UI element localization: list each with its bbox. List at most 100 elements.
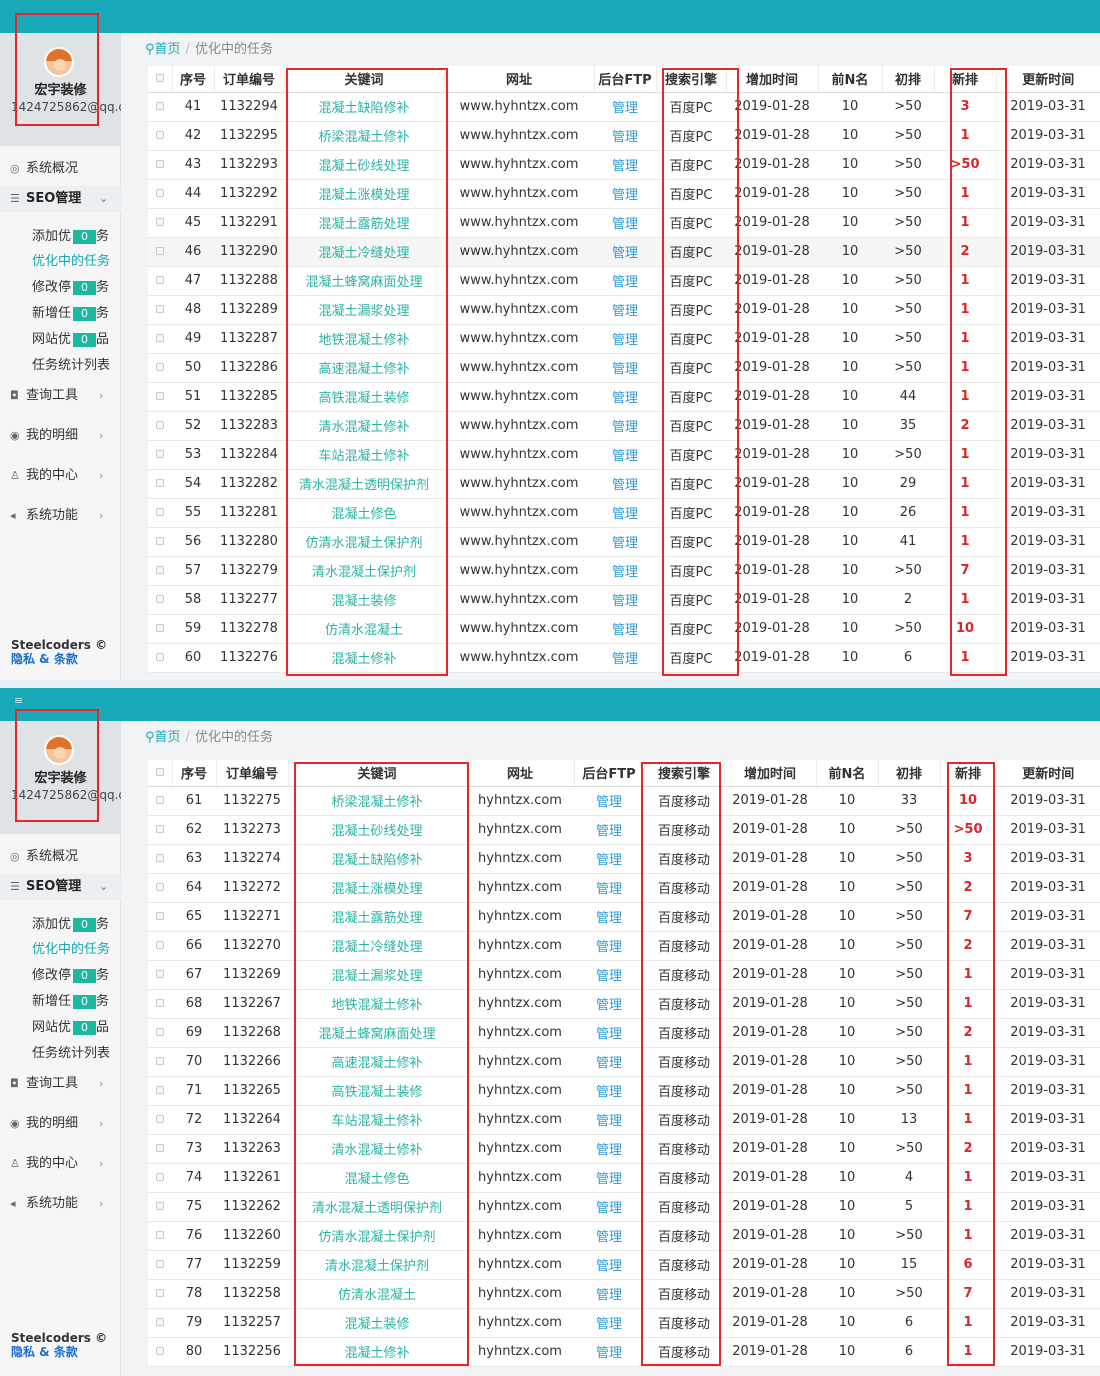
table-row[interactable]: 41 1132294 混凝土缺陷修补 www.hyhntzx.com 管理 百度PC 201… bbox=[148, 92, 1100, 122]
footer-links[interactable]: 隐私 & 条款 bbox=[11, 652, 107, 666]
row-checkbox[interactable] bbox=[148, 1308, 172, 1338]
user-profile[interactable]: 宏宇装修 1424725862@qq.c bbox=[0, 721, 121, 834]
table-row[interactable]: 49 1132287 地铁混凝土修补 www.hyhntzx.com 管理 百度PC 201… bbox=[148, 324, 1100, 354]
cell-ftp-link[interactable]: 管理 bbox=[594, 382, 656, 412]
nav-seo-management[interactable]: ☰ SEO管理 ⌄ bbox=[0, 186, 121, 212]
cell-ftp-link[interactable]: 管理 bbox=[574, 1279, 644, 1309]
sidebar-item-optimizing-tasks[interactable]: 优化中的任务 bbox=[0, 249, 121, 275]
cell-ftp-link[interactable]: 管理 bbox=[574, 1105, 644, 1135]
row-checkbox[interactable] bbox=[148, 989, 172, 1019]
table-row[interactable]: 60 1132276 混凝土修补 www.hyhntzx.com 管理 百度PC 2019-… bbox=[148, 643, 1100, 673]
cell-ftp-link[interactable]: 管理 bbox=[594, 121, 656, 151]
column-header-update-time[interactable]: 更新时间 bbox=[995, 760, 1100, 787]
cell-ftp-link[interactable]: 管理 bbox=[594, 237, 656, 267]
row-checkbox[interactable] bbox=[148, 1250, 172, 1280]
row-checkbox[interactable] bbox=[148, 237, 172, 267]
table-row[interactable]: 50 1132286 高速混凝土修补 www.hyhntzx.com 管理 百度PC 201… bbox=[148, 353, 1100, 383]
row-checkbox[interactable] bbox=[148, 931, 172, 961]
sidebar-item-modify-stop[interactable]: 修改停 0 务 bbox=[0, 963, 121, 989]
cell-ftp-link[interactable]: 管理 bbox=[594, 411, 656, 441]
row-checkbox[interactable] bbox=[148, 440, 172, 470]
sidebar-item-add-task[interactable]: 添加优 0 务 bbox=[0, 224, 121, 250]
row-checkbox[interactable] bbox=[148, 527, 172, 557]
row-checkbox[interactable] bbox=[148, 815, 172, 845]
nav-my-center[interactable]: ♙ 我的中心 › bbox=[0, 1151, 121, 1177]
row-checkbox[interactable] bbox=[148, 960, 172, 990]
nav-system[interactable]: ◂ 系统功能 › bbox=[0, 503, 121, 529]
cell-ftp-link[interactable]: 管理 bbox=[574, 1047, 644, 1077]
cell-ftp-link[interactable]: 管理 bbox=[574, 873, 644, 903]
nav-overview[interactable]: ◎ 系统概况 bbox=[0, 844, 121, 870]
table-row[interactable]: 71 1132265 高铁混凝土装修 hyhntzx.com 管理 百度移动 2019-01… bbox=[148, 1076, 1100, 1106]
table-row[interactable]: 43 1132293 混凝土砂线处理 www.hyhntzx.com 管理 百度PC 201… bbox=[148, 150, 1100, 180]
column-header-top-n[interactable]: 前N名 bbox=[817, 66, 882, 93]
cell-ftp-link[interactable]: 管理 bbox=[574, 786, 644, 816]
cell-ftp-link[interactable]: 管理 bbox=[594, 469, 656, 499]
table-row[interactable]: 58 1132277 混凝土装修 www.hyhntzx.com 管理 百度PC 2019-… bbox=[148, 585, 1100, 615]
table-row[interactable]: 80 1132256 混凝土修补 hyhntzx.com 管理 百度移动 2019-01-2… bbox=[148, 1337, 1100, 1367]
column-header-order-id[interactable]: 订单编号 bbox=[213, 66, 284, 93]
menu-icon[interactable]: ≡ bbox=[14, 694, 23, 707]
cell-ftp-link[interactable]: 管理 bbox=[594, 92, 656, 122]
table-row[interactable]: 52 1132283 清水混凝土修补 www.hyhntzx.com 管理 百度PC 201… bbox=[148, 411, 1100, 441]
cell-ftp-link[interactable]: 管理 bbox=[574, 1250, 644, 1280]
row-checkbox[interactable] bbox=[148, 1192, 172, 1222]
table-row[interactable]: 65 1132271 混凝土露筋处理 hyhntzx.com 管理 百度移动 2019-01… bbox=[148, 902, 1100, 932]
cell-ftp-link[interactable]: 管理 bbox=[574, 989, 644, 1019]
column-header-initial-rank[interactable]: 初排 bbox=[881, 66, 934, 93]
cell-ftp-link[interactable]: 管理 bbox=[594, 585, 656, 615]
row-checkbox[interactable] bbox=[148, 498, 172, 528]
table-row[interactable]: 62 1132273 混凝土砂线处理 hyhntzx.com 管理 百度移动 2019-01… bbox=[148, 815, 1100, 845]
row-checkbox[interactable] bbox=[148, 266, 172, 296]
sidebar-item-modify-stop[interactable]: 修改停 0 务 bbox=[0, 275, 121, 301]
cell-ftp-link[interactable]: 管理 bbox=[574, 815, 644, 845]
column-header-ftp-link[interactable]: 后台FTP bbox=[573, 760, 644, 787]
row-checkbox[interactable] bbox=[148, 1076, 172, 1106]
table-row[interactable]: 73 1132263 清水混凝土修补 hyhntzx.com 管理 百度移动 2019-01… bbox=[148, 1134, 1100, 1164]
table-row[interactable]: 63 1132274 混凝土缺陷修补 hyhntzx.com 管理 百度移动 2019-01… bbox=[148, 844, 1100, 874]
column-header-keyword[interactable]: 关键词 bbox=[287, 760, 466, 787]
column-header-top-n[interactable]: 前N名 bbox=[815, 760, 878, 787]
table-row[interactable]: 47 1132288 混凝土蜂窝麻面处理 www.hyhntzx.com 管理 百度PC 2… bbox=[148, 266, 1100, 296]
row-checkbox[interactable] bbox=[148, 786, 172, 816]
row-checkbox[interactable] bbox=[148, 469, 172, 499]
column-header-keyword[interactable]: 关键词 bbox=[283, 66, 444, 93]
cell-ftp-link[interactable]: 管理 bbox=[594, 556, 656, 586]
cell-ftp-link[interactable]: 管理 bbox=[574, 931, 644, 961]
cell-ftp-link[interactable]: 管理 bbox=[574, 1308, 644, 1338]
sidebar-item-site-optimize[interactable]: 网站优 0 品 bbox=[0, 1015, 121, 1041]
sidebar-item-new-task[interactable]: 新增任 0 务 bbox=[0, 301, 121, 327]
row-checkbox[interactable] bbox=[148, 585, 172, 615]
table-row[interactable]: 67 1132269 混凝土漏浆处理 hyhntzx.com 管理 百度移动 2019-01… bbox=[148, 960, 1100, 990]
row-checkbox[interactable] bbox=[148, 382, 172, 412]
column-header-add-time[interactable]: 增加时间 bbox=[725, 66, 818, 93]
nav-query-tools[interactable]: ◘ 查询工具 › bbox=[0, 383, 121, 409]
sidebar-item-add-task[interactable]: 添加优 0 务 bbox=[0, 912, 121, 938]
table-row[interactable]: 59 1132278 仿清水混凝土 www.hyhntzx.com 管理 百度PC 2019… bbox=[148, 614, 1100, 644]
nav-overview[interactable]: ◎ 系统概况 bbox=[0, 156, 121, 182]
cell-ftp-link[interactable]: 管理 bbox=[574, 1192, 644, 1222]
cell-ftp-link[interactable]: 管理 bbox=[574, 1337, 644, 1367]
cell-ftp-link[interactable]: 管理 bbox=[574, 1018, 644, 1048]
table-row[interactable]: 53 1132284 车站混凝土修补 www.hyhntzx.com 管理 百度PC 201… bbox=[148, 440, 1100, 470]
row-checkbox[interactable] bbox=[148, 873, 172, 903]
cell-ftp-link[interactable]: 管理 bbox=[594, 440, 656, 470]
row-checkbox[interactable] bbox=[148, 844, 172, 874]
table-row[interactable]: 70 1132266 高速混凝土修补 hyhntzx.com 管理 百度移动 2019-01… bbox=[148, 1047, 1100, 1077]
row-checkbox[interactable] bbox=[148, 643, 172, 673]
row-checkbox[interactable] bbox=[148, 121, 172, 151]
footer-links[interactable]: 隐私 & 条款 bbox=[11, 1345, 107, 1359]
table-row[interactable]: 55 1132281 混凝土修色 www.hyhntzx.com 管理 百度PC 2019-… bbox=[148, 498, 1100, 528]
table-row[interactable]: 46 1132290 混凝土冷缝处理 www.hyhntzx.com 管理 百度PC 201… bbox=[148, 237, 1100, 267]
cell-ftp-link[interactable]: 管理 bbox=[574, 1163, 644, 1193]
row-checkbox[interactable] bbox=[148, 1221, 172, 1251]
column-header-url[interactable]: 网址 bbox=[443, 66, 594, 93]
table-row[interactable]: 75 1132262 清水混凝土透明保护剂 hyhntzx.com 管理 百度移动 2019… bbox=[148, 1192, 1100, 1222]
sidebar-item-task-stats[interactable]: 任务统计列表 bbox=[0, 353, 121, 379]
cell-ftp-link[interactable]: 管理 bbox=[594, 353, 656, 383]
nav-query-tools[interactable]: ◘ 查询工具 › bbox=[0, 1071, 121, 1097]
table-row[interactable]: 61 1132275 桥梁混凝土修补 hyhntzx.com 管理 百度移动 2019-01… bbox=[148, 786, 1100, 816]
table-row[interactable]: 54 1132282 清水混凝土透明保护剂 www.hyhntzx.com 管理 百度PC… bbox=[148, 469, 1100, 499]
nav-my-detail[interactable]: ◉ 我的明细 › bbox=[0, 1111, 121, 1137]
home-link[interactable]: ⚲首页 bbox=[145, 42, 181, 57]
